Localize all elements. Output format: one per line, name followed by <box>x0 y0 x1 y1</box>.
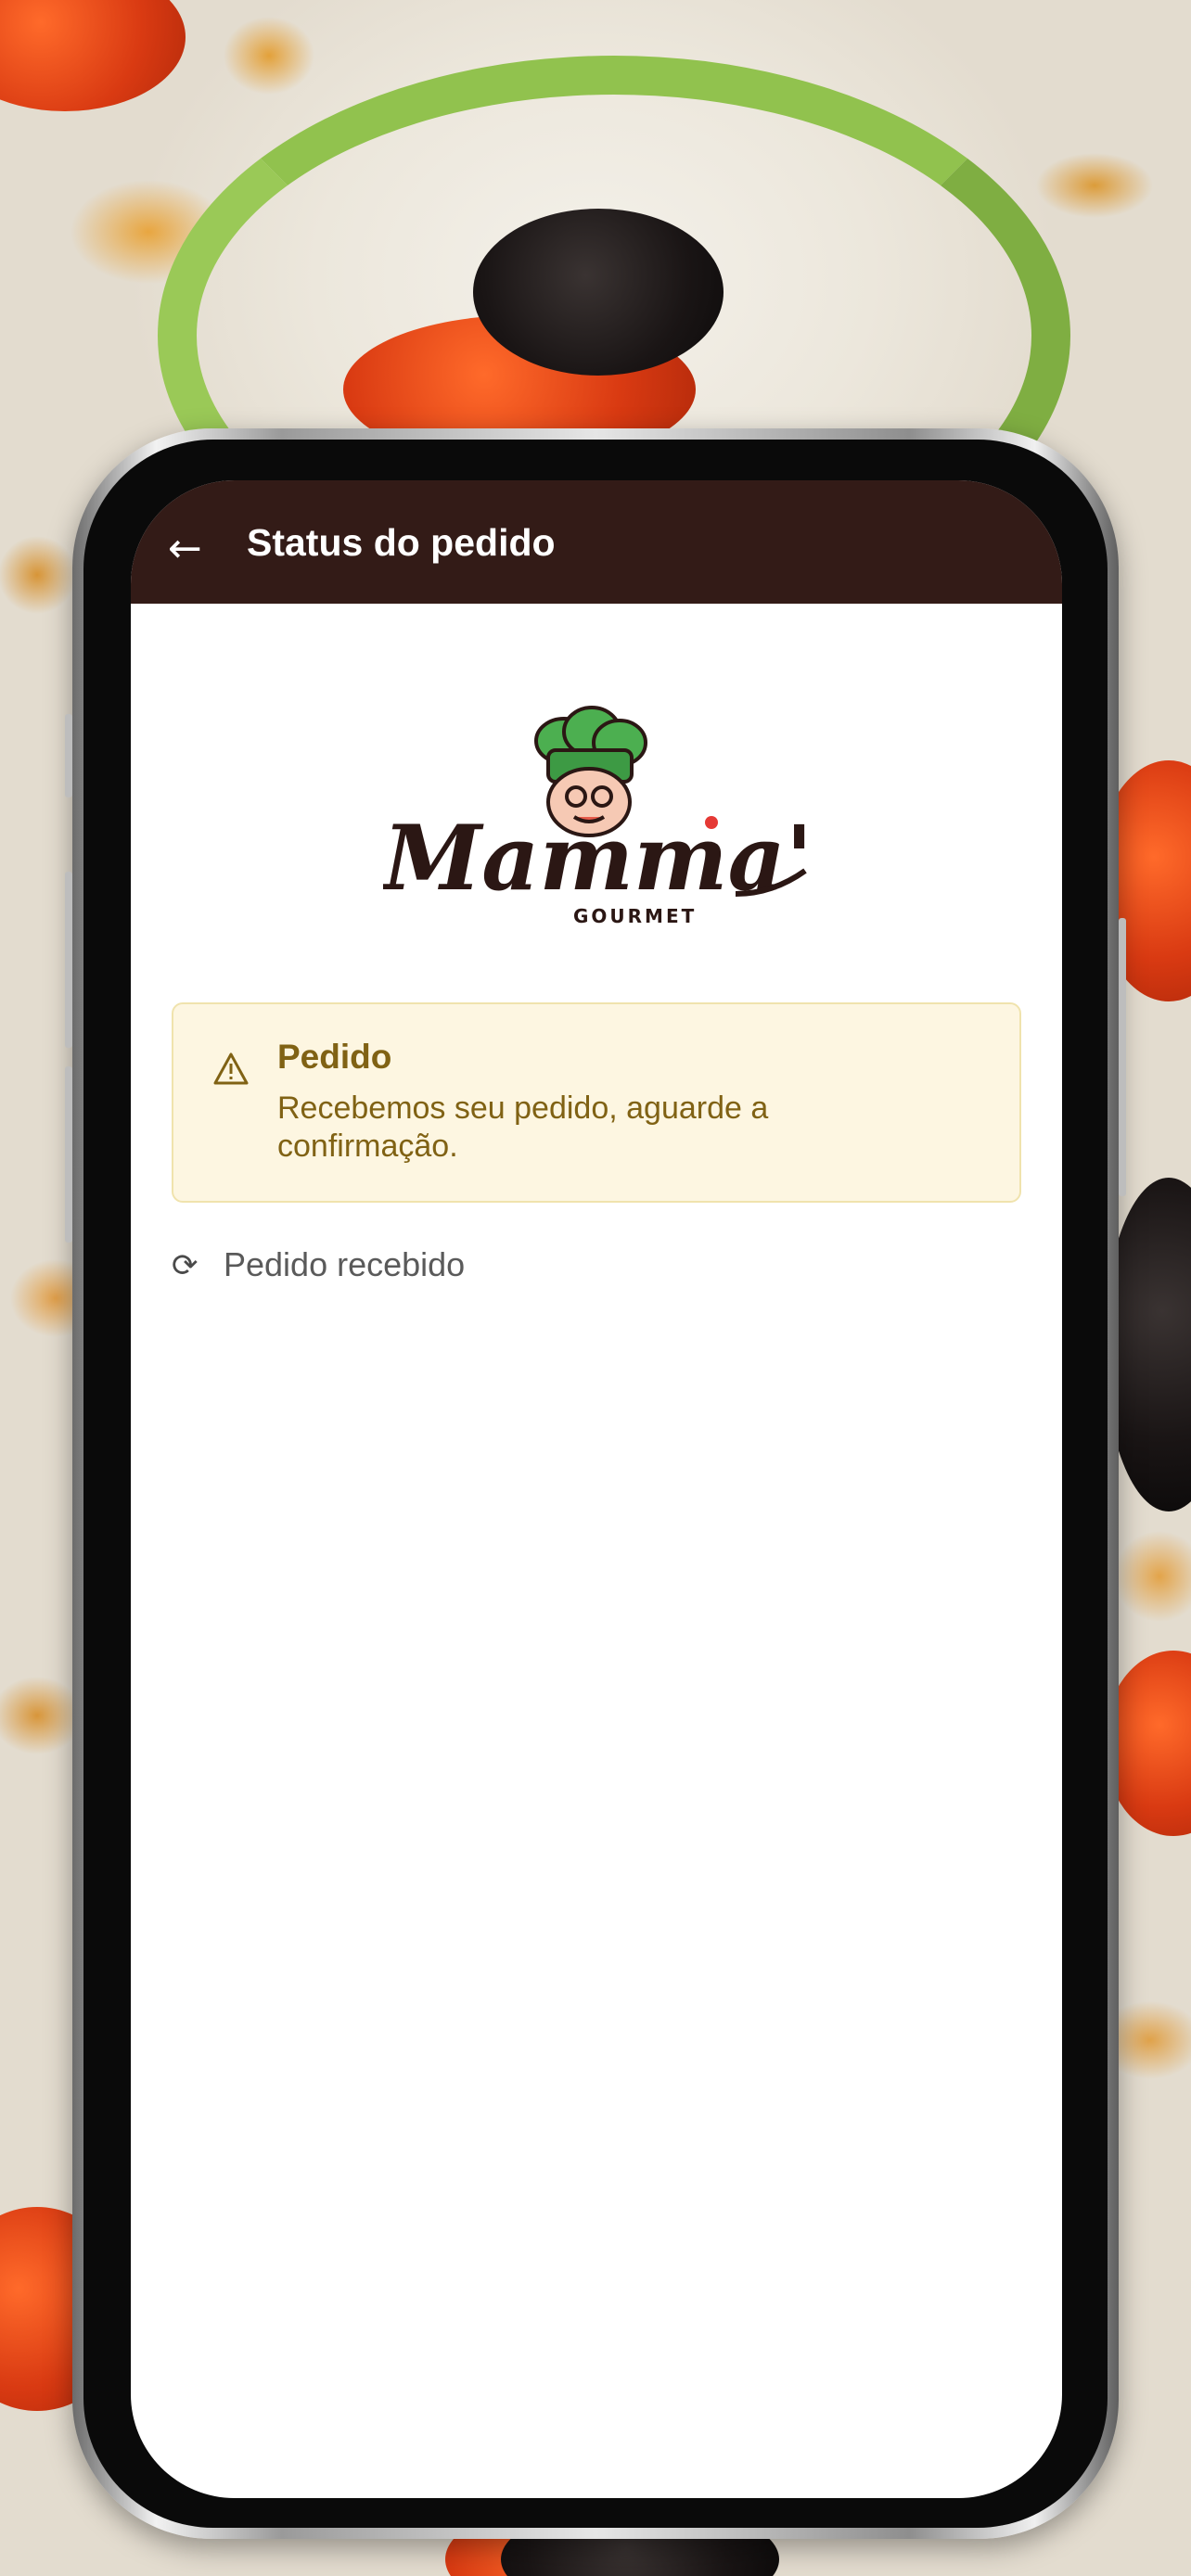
phone-side-button <box>65 1066 72 1243</box>
alert-message: Recebemos seu pedido, aguarde a confirma… <box>277 1090 769 1164</box>
brand-logo: Mamma's GOURMET <box>379 704 864 936</box>
warning-icon <box>213 1052 249 1085</box>
phone-side-button <box>65 714 72 797</box>
refresh-icon: ⟳ <box>172 1247 198 1284</box>
phone-side-button <box>1119 918 1126 1196</box>
alert-title: Pedido <box>277 1038 392 1076</box>
brand-sub: GOURMET <box>573 905 697 927</box>
order-alert: Pedido Recebemos seu pedido, aguarde a c… <box>172 1002 1021 1203</box>
status-label: Pedido recebido <box>224 1245 466 1283</box>
page-title: Status do pedido <box>247 521 556 564</box>
back-arrow-icon[interactable]: ← <box>168 529 202 569</box>
app-header: ← Status do pedido <box>131 480 1062 604</box>
chef-mascot-icon: Mamma's GOURMET <box>379 706 864 927</box>
phone-side-button <box>65 872 72 1048</box>
app-screen: ← Status do pedido Mamma's GOURMET <box>131 480 1062 2498</box>
